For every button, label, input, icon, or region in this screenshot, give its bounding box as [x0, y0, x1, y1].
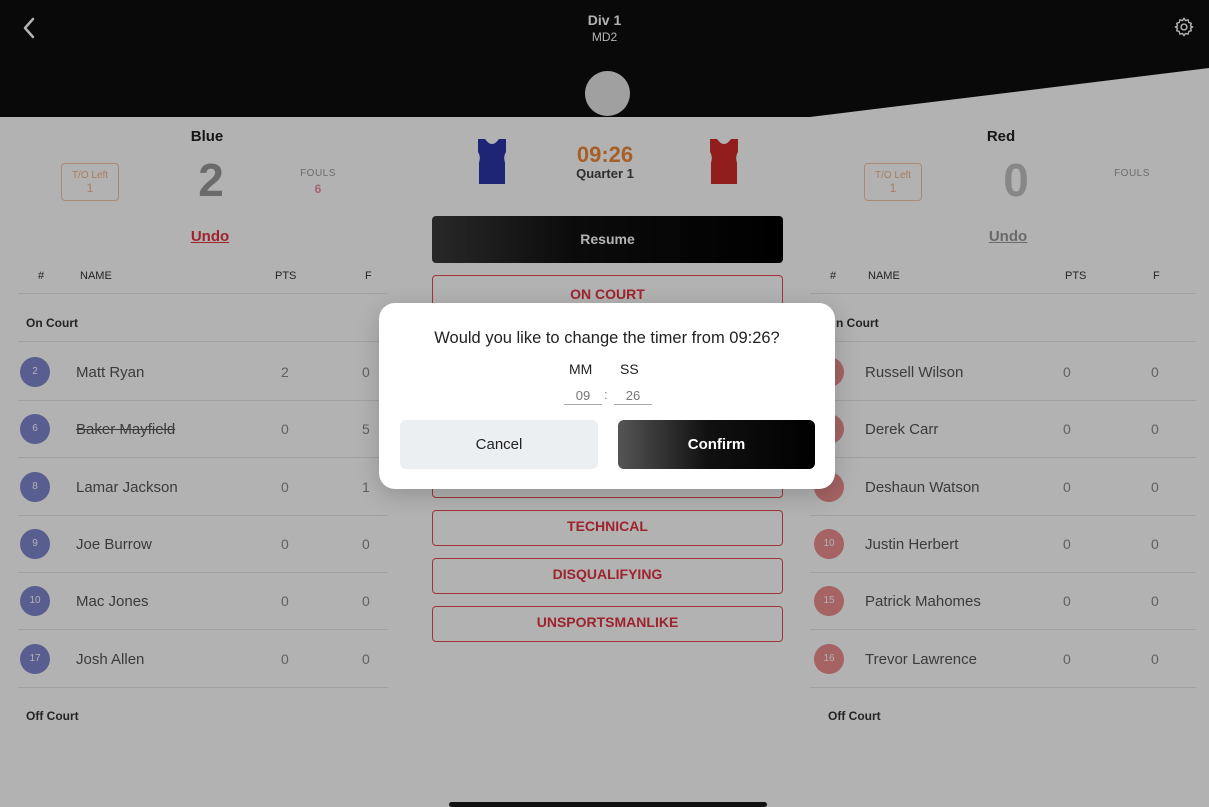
cancel-button[interactable]: Cancel: [400, 420, 598, 469]
confirm-button[interactable]: Confirm: [618, 420, 815, 469]
seconds-label: SS: [620, 361, 639, 377]
seconds-input[interactable]: [614, 387, 652, 405]
home-indicator: [449, 802, 767, 807]
time-separator: :: [604, 387, 608, 402]
change-timer-dialog: Would you like to change the timer from …: [379, 303, 835, 489]
dialog-title: Would you like to change the timer from …: [434, 329, 780, 347]
minutes-input[interactable]: [564, 387, 602, 405]
minutes-label: MM: [569, 361, 593, 377]
